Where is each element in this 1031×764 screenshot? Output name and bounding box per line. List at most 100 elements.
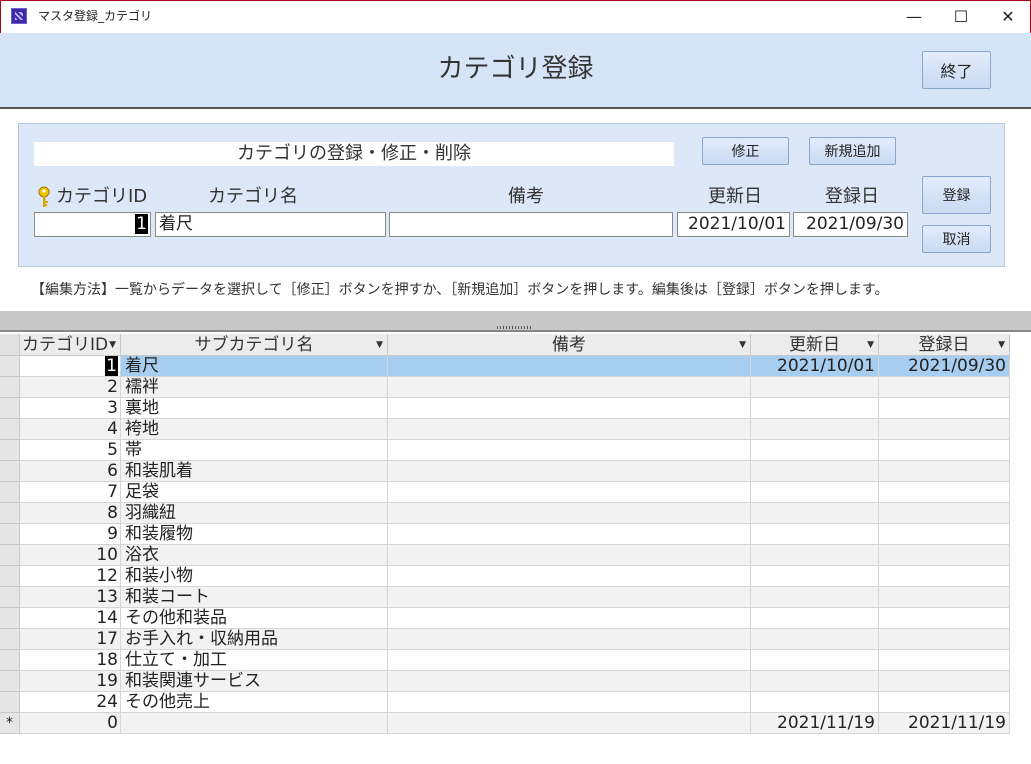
minimize-button[interactable]: — [891, 0, 937, 32]
cell-updated[interactable] [751, 482, 879, 503]
maximize-button[interactable]: ☐ [938, 0, 984, 32]
category-name-field[interactable]: 着尺 [155, 212, 386, 237]
cell-note[interactable] [388, 440, 751, 461]
record-selector[interactable] [0, 629, 20, 650]
category-id-field[interactable]: 1 [34, 212, 151, 237]
cell-id[interactable]: 9 [20, 524, 121, 545]
table-row[interactable]: 5帯 [0, 440, 1010, 461]
cell-note[interactable] [388, 419, 751, 440]
table-row[interactable]: 18 仕立て・加工 [0, 650, 1010, 671]
cell-name[interactable]: 和装関連サービス [121, 671, 388, 692]
cell-note[interactable] [388, 545, 751, 566]
cell-registered[interactable] [879, 398, 1010, 419]
cell-id[interactable]: 14 [20, 608, 121, 629]
cell-updated[interactable] [751, 671, 879, 692]
record-selector[interactable] [0, 503, 20, 524]
cell-registered[interactable] [879, 671, 1010, 692]
column-header-registered[interactable]: 登録日 ▼ [879, 334, 1010, 356]
cell-name[interactable]: 帯 [121, 440, 388, 461]
splitter-grip-icon[interactable] [497, 326, 533, 329]
cell-name[interactable]: 和装小物 [121, 566, 388, 587]
registered-date-field[interactable]: 2021/09/30 [793, 212, 908, 237]
record-selector[interactable] [0, 461, 20, 482]
table-row[interactable]: 10 浴衣 [0, 545, 1010, 566]
cell-note[interactable] [388, 524, 751, 545]
cell-registered[interactable] [879, 419, 1010, 440]
cell-updated[interactable] [751, 692, 879, 713]
cell-id[interactable]: 4 [20, 419, 121, 440]
cell-id[interactable]: 2 [20, 377, 121, 398]
table-row[interactable]: 1 着尺 2021/10/01 2021/09/30 [0, 356, 1010, 377]
cell-note[interactable] [388, 608, 751, 629]
table-row[interactable]: 6 和装肌着 [0, 461, 1010, 482]
cell-note[interactable] [388, 692, 751, 713]
record-selector[interactable] [0, 524, 20, 545]
dropdown-arrow-icon[interactable]: ▼ [867, 334, 874, 356]
cell-note[interactable] [388, 713, 751, 734]
cell-id[interactable]: 3 [20, 398, 121, 419]
cell-name[interactable]: 着尺 [121, 356, 388, 377]
record-selector[interactable] [0, 608, 20, 629]
cell-updated[interactable] [751, 398, 879, 419]
column-header-category-id[interactable]: カテゴリID ▼ [20, 334, 121, 356]
cell-id[interactable]: 19 [20, 671, 121, 692]
cell-id[interactable]: 17 [20, 629, 121, 650]
record-selector[interactable] [0, 356, 20, 377]
cell-name[interactable]: 襦袢 [121, 377, 388, 398]
select-all-corner[interactable] [0, 334, 20, 356]
save-button[interactable]: 登録 [922, 176, 991, 214]
cell-updated[interactable] [751, 566, 879, 587]
cell-registered[interactable] [879, 524, 1010, 545]
record-selector[interactable] [0, 671, 20, 692]
dropdown-arrow-icon[interactable]: ▼ [376, 334, 383, 356]
cell-name[interactable]: 仕立て・加工 [121, 650, 388, 671]
cell-registered[interactable]: 2021/09/30 [879, 356, 1010, 377]
cell-updated[interactable] [751, 503, 879, 524]
cell-updated[interactable] [751, 419, 879, 440]
exit-button[interactable]: 終了 [922, 51, 991, 89]
table-row[interactable]: 7 足袋 [0, 482, 1010, 503]
cell-name[interactable]: 羽織紐 [121, 503, 388, 524]
cell-registered[interactable] [879, 461, 1010, 482]
column-header-subcategory-name[interactable]: サブカテゴリ名 ▼ [121, 334, 388, 356]
cell-id[interactable]: 13 [20, 587, 121, 608]
cell-id[interactable]: 6 [20, 461, 121, 482]
dropdown-arrow-icon[interactable]: ▼ [739, 334, 746, 356]
new-record-row[interactable]: * 0 2021/11/19 2021/11/19 [0, 713, 1010, 734]
cell-updated[interactable] [751, 440, 879, 461]
cell-name[interactable]: 浴衣 [121, 545, 388, 566]
cell-note[interactable] [388, 587, 751, 608]
table-row[interactable]: 13 和装コート [0, 587, 1010, 608]
cell-name[interactable]: その他売上 [121, 692, 388, 713]
new-record-button[interactable]: 新規追加 [809, 137, 896, 165]
record-selector[interactable] [0, 419, 20, 440]
record-selector[interactable] [0, 440, 20, 461]
close-window-button[interactable]: ✕ [985, 0, 1031, 32]
cell-updated[interactable]: 2021/11/19 [751, 713, 879, 734]
cell-note[interactable] [388, 671, 751, 692]
cell-id[interactable]: 0 [20, 713, 121, 734]
cell-note[interactable] [388, 461, 751, 482]
record-selector[interactable] [0, 650, 20, 671]
cell-note[interactable] [388, 356, 751, 377]
window-title-bar[interactable] [0, 0, 1031, 33]
column-header-updated[interactable]: 更新日 ▼ [751, 334, 879, 356]
cell-registered[interactable] [879, 566, 1010, 587]
cancel-button[interactable]: 取消 [922, 225, 991, 253]
cell-name[interactable]: その他和装品 [121, 608, 388, 629]
record-selector[interactable] [0, 398, 20, 419]
record-selector[interactable] [0, 377, 20, 398]
record-selector[interactable] [0, 587, 20, 608]
table-row[interactable]: 24 その他売上 [0, 692, 1010, 713]
table-row[interactable]: 8 羽織紐 [0, 503, 1010, 524]
cell-name[interactable]: 袴地 [121, 419, 388, 440]
cell-name[interactable]: 足袋 [121, 482, 388, 503]
cell-registered[interactable] [879, 503, 1010, 524]
cell-id[interactable]: 5 [20, 440, 121, 461]
table-row[interactable]: 2 襦袢 [0, 377, 1010, 398]
table-row[interactable]: 4 袴地 [0, 419, 1010, 440]
dropdown-arrow-icon[interactable]: ▼ [109, 334, 116, 356]
dropdown-arrow-icon[interactable]: ▼ [998, 334, 1005, 356]
cell-registered[interactable] [879, 545, 1010, 566]
cell-id[interactable]: 10 [20, 545, 121, 566]
